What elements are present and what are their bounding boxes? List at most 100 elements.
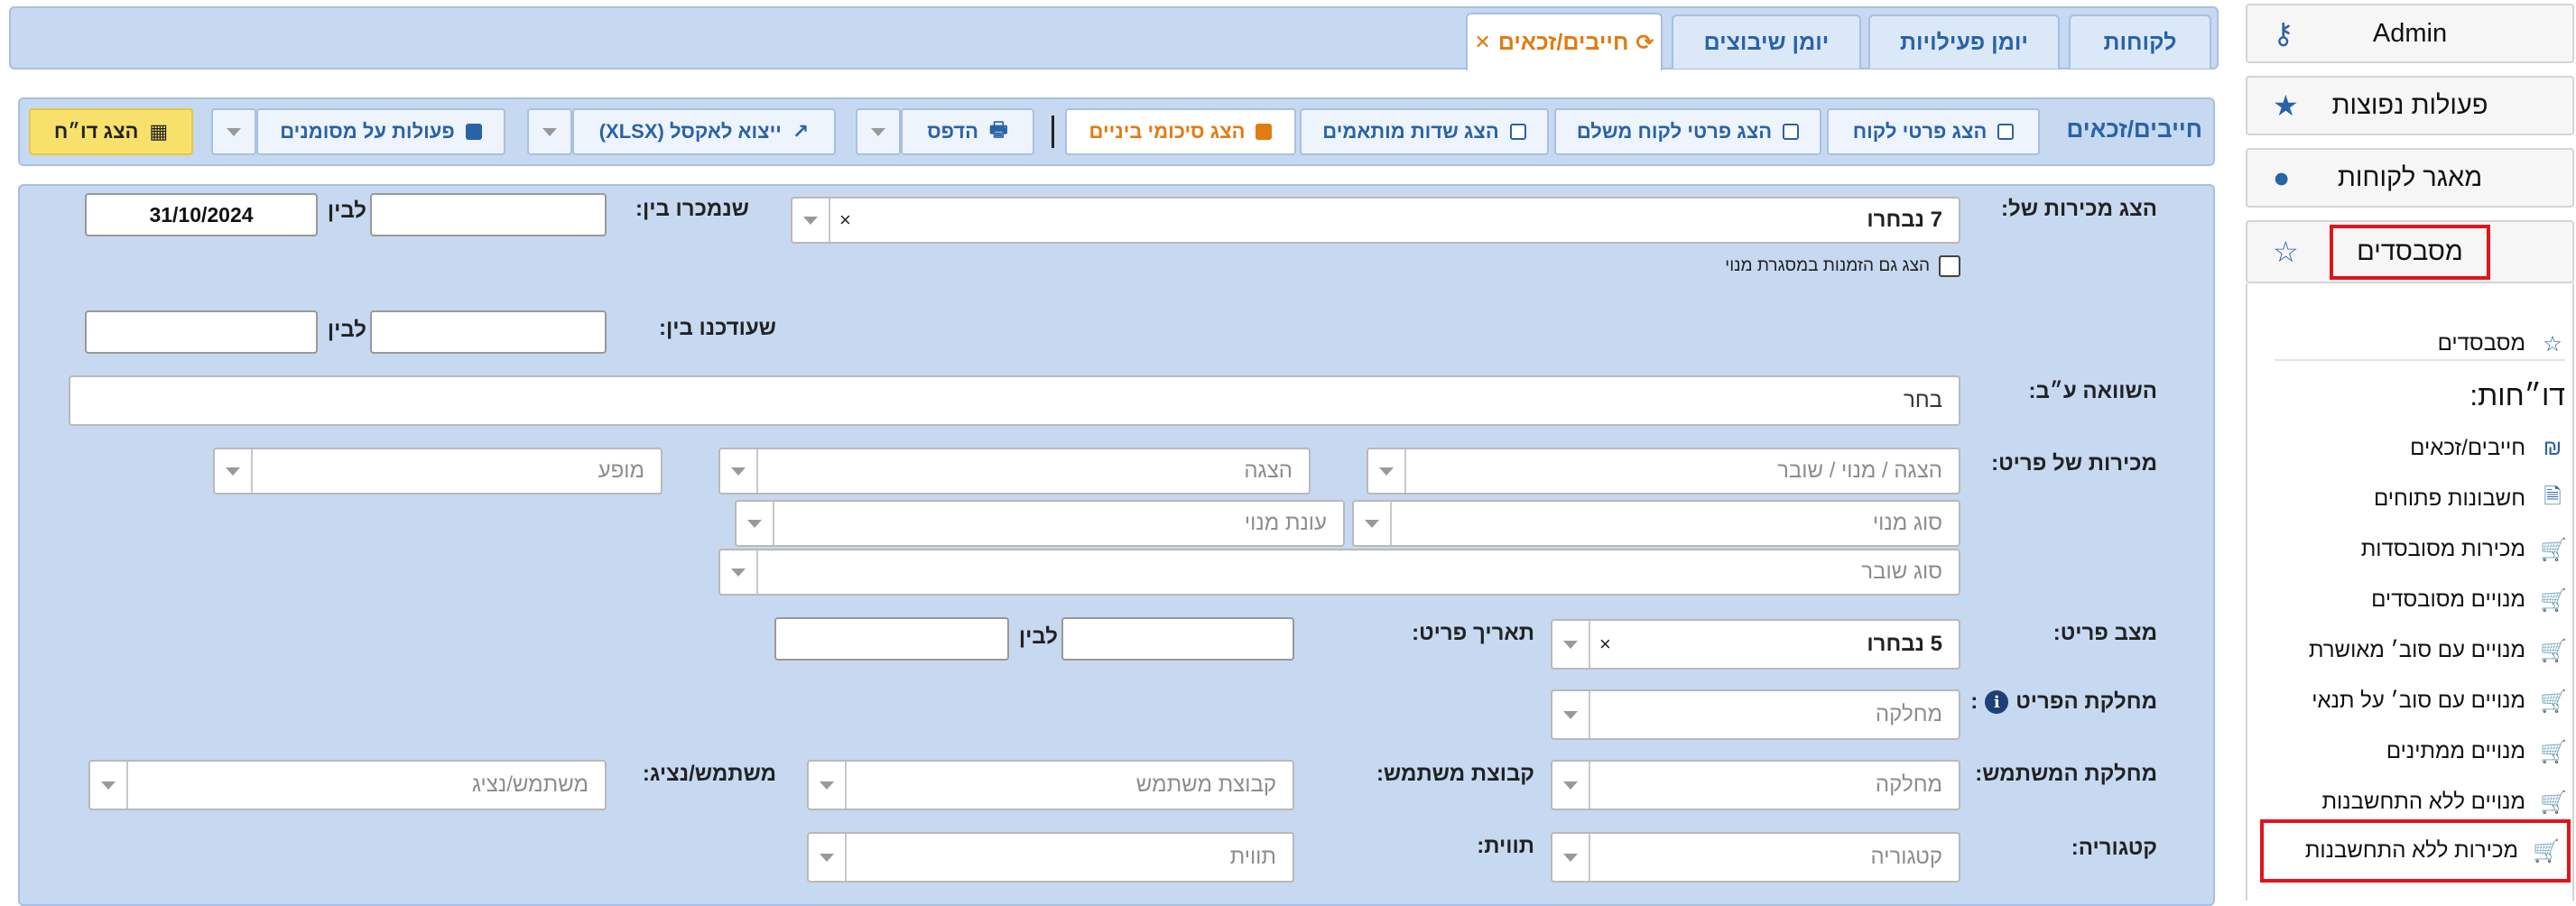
voucher-type-select[interactable]: סוג שובר bbox=[718, 549, 1960, 596]
show-subtotals-toggle[interactable]: הצג סיכומי ביניים bbox=[1065, 108, 1296, 155]
user-department-select[interactable]: מחלקה bbox=[1551, 760, 1960, 810]
subscription-type-select[interactable]: סוג מנוי bbox=[1352, 500, 1960, 547]
user-select[interactable]: משתמש/נציג bbox=[88, 760, 607, 810]
chevron-down-icon[interactable] bbox=[215, 449, 253, 493]
chevron-down-icon[interactable] bbox=[1552, 621, 1590, 668]
compare-select[interactable]: בחר bbox=[69, 375, 1960, 426]
show-subscription-voucher-select[interactable]: הצגה / מנוי / שובר bbox=[1367, 448, 1960, 495]
checkbox-checked-icon bbox=[465, 124, 482, 140]
admin-button[interactable]: ⚷ Admin bbox=[2246, 4, 2574, 63]
chevron-down-icon[interactable] bbox=[1354, 502, 1392, 545]
report-approved-subsidy-subscribers[interactable]: מנויים עם סוב׳ מאושרת 🛒 bbox=[2266, 628, 2567, 673]
export-dropdown-button[interactable] bbox=[527, 108, 572, 155]
show-report-button[interactable]: ▦ הצג דו״ח bbox=[29, 108, 193, 155]
updated-from-input[interactable] bbox=[370, 310, 607, 354]
category-label: קטגוריה: bbox=[2071, 836, 2157, 860]
star-icon: ★ bbox=[2273, 89, 2299, 122]
report-pending-subscribers[interactable]: מנויים ממתינים 🛒 bbox=[2266, 729, 2567, 774]
chevron-down-icon[interactable] bbox=[1368, 449, 1406, 493]
cart-icon: 🛒 bbox=[2540, 790, 2567, 815]
item-sales-label: מכירות של פריט: bbox=[1991, 451, 2157, 476]
sold-to-input[interactable]: 31/10/2024 bbox=[85, 193, 318, 236]
chevron-down-icon[interactable] bbox=[1552, 762, 1590, 809]
tab-customers[interactable]: לקוחות bbox=[2069, 14, 2211, 69]
item-department-select[interactable]: מחלקה bbox=[1551, 689, 1960, 740]
chevron-down-icon[interactable] bbox=[809, 762, 847, 809]
item-status-select[interactable]: 5 נבחרו × bbox=[1551, 619, 1960, 670]
report-subsidized-subscribers[interactable]: מנויים מסובסדים 🛒 bbox=[2266, 578, 2567, 623]
tab-debtors-creditors[interactable]: ✕ חייבים/זכאים ⟳ bbox=[1466, 13, 1663, 70]
chevron-down-icon[interactable] bbox=[720, 449, 758, 493]
reports-heading: דו״חות: bbox=[2469, 379, 2565, 411]
show-payer-details-toggle[interactable]: הצג פרטי לקוח משלם bbox=[1554, 108, 1821, 155]
show-select[interactable]: הצגה bbox=[718, 448, 1311, 495]
checkbox-icon bbox=[1509, 124, 1526, 140]
report-unsettled-sales[interactable]: מכירות ללא התחשבנות 🛒 bbox=[2260, 819, 2571, 883]
subscription-season-select[interactable]: עונת מנוי bbox=[735, 500, 1345, 547]
refresh-icon[interactable]: ⟳ bbox=[1635, 30, 1654, 56]
user-group-label: קבוצת משתמש: bbox=[1376, 762, 1534, 786]
user-circle-icon: ● bbox=[2273, 161, 2291, 194]
category-select[interactable]: קטגוריה bbox=[1551, 832, 1960, 883]
cart-icon: 🛒 bbox=[2540, 739, 2567, 764]
print-dropdown-button[interactable] bbox=[856, 108, 901, 155]
cart-icon: 🛒 bbox=[2540, 638, 2567, 663]
show-custom-fields-toggle[interactable]: הצג שדות מותאמים bbox=[1300, 108, 1549, 155]
item-date-to-input[interactable] bbox=[774, 617, 1009, 661]
cart-icon: 🛒 bbox=[2540, 587, 2567, 613]
chevron-down-icon[interactable] bbox=[1552, 834, 1590, 881]
clear-icon[interactable]: × bbox=[839, 208, 851, 232]
tag-label: תווית: bbox=[1477, 834, 1534, 858]
table-icon: ▦ bbox=[149, 120, 169, 143]
show-customer-details-toggle[interactable]: הצג פרטי לקוח bbox=[1827, 108, 2040, 155]
chevron-down-icon[interactable] bbox=[792, 199, 830, 242]
report-subsidized-sales[interactable]: מכירות מסובסדות 🛒 bbox=[2266, 527, 2567, 572]
sold-from-input[interactable] bbox=[370, 193, 607, 236]
toolbar-divider bbox=[1052, 116, 1054, 148]
show-sales-label: הצג מכירות של: bbox=[2001, 197, 2157, 221]
common-actions-button[interactable]: ★ פעולות נפוצות bbox=[2246, 76, 2574, 135]
printer-icon: 🖶 bbox=[988, 118, 1008, 141]
chevron-down-icon[interactable] bbox=[90, 762, 128, 809]
sold-between-label: שנמכרו בין: bbox=[635, 197, 749, 221]
item-date-from-input[interactable] bbox=[1061, 617, 1294, 661]
shekel-icon: ₪ bbox=[2543, 436, 2562, 460]
user-group-select[interactable]: קבוצת משתמש bbox=[807, 760, 1294, 810]
report-open-accounts[interactable]: חשבונות פתוחים 🗎 bbox=[2266, 476, 2565, 522]
checkbox-icon bbox=[1783, 124, 1800, 140]
tab-activity-log[interactable]: יומן פעילויות bbox=[1868, 14, 2060, 69]
report-debtors-creditors[interactable]: חייבים/זכאים ₪ bbox=[2266, 426, 2565, 471]
checkbox-checked-icon bbox=[1256, 124, 1273, 140]
clear-icon[interactable]: × bbox=[1599, 633, 1611, 656]
key-icon: ⚷ bbox=[2273, 17, 2294, 50]
info-icon[interactable]: i bbox=[1985, 690, 2009, 714]
bulk-actions-dropdown-button[interactable] bbox=[211, 108, 256, 155]
divider bbox=[2275, 359, 2565, 361]
chevron-down-icon[interactable] bbox=[720, 550, 758, 594]
to-label: לבין bbox=[327, 199, 366, 223]
chevron-down-icon[interactable] bbox=[809, 834, 847, 881]
include-subscriptions-checkbox[interactable]: הצג גם הזמנות במסגרת מנוי bbox=[1679, 253, 1960, 280]
caret-down-icon bbox=[542, 127, 557, 136]
cart-icon: 🛒 bbox=[2540, 537, 2567, 562]
compare-label: השוואה ע״ב: bbox=[2028, 379, 2157, 403]
subsidizers-button[interactable]: ☆ מסבסדים bbox=[2246, 220, 2574, 283]
updated-to-input[interactable] bbox=[85, 310, 318, 354]
report-unsettled-subscribers[interactable]: מנויים ללא התחשבנות 🛒 bbox=[2266, 780, 2567, 825]
chevron-down-icon[interactable] bbox=[737, 502, 774, 545]
report-conditional-subsidy-subscribers[interactable]: מנויים עם סוב׳ על תנאי 🛒 bbox=[2266, 679, 2567, 724]
bulk-actions-button[interactable]: פעולות על מסומנים bbox=[256, 108, 505, 155]
item-date-label: תאריך פריט: bbox=[1412, 621, 1534, 645]
print-button[interactable]: 🖶 הדפס bbox=[901, 108, 1034, 155]
close-icon[interactable]: ✕ bbox=[1474, 31, 1490, 54]
chevron-down-icon[interactable] bbox=[1552, 691, 1590, 738]
tag-select[interactable]: תווית bbox=[807, 832, 1294, 883]
tab-scheduling-log[interactable]: יומן שיבוצים bbox=[1672, 14, 1861, 69]
occurrence-select[interactable]: מופע bbox=[213, 448, 663, 495]
export-excel-button[interactable]: ↗ ייצוא לאקסל (XLSX) bbox=[572, 108, 836, 155]
item-status-label: מצב פריט: bbox=[2052, 621, 2157, 645]
checkbox-icon bbox=[1997, 124, 2015, 140]
show-sales-select[interactable]: 7 נבחרו × bbox=[791, 197, 1960, 244]
caret-down-icon bbox=[227, 127, 241, 136]
customer-database-button[interactable]: ● מאגר לקוחות bbox=[2246, 148, 2574, 208]
